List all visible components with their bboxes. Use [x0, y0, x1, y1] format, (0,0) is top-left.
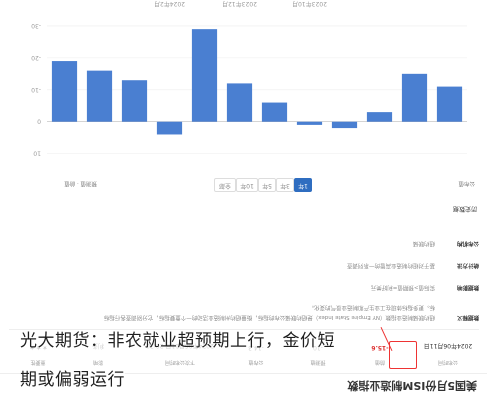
summary-panel: 公布时间 2024年06月11日 前值 -15.6 预测值 -10 公布值 -1…	[7, 327, 479, 370]
definitions-section: 数据释义 纽约联储制造业指数（NY Empire State Index）是纽约…	[9, 222, 479, 322]
bar[interactable]	[156, 121, 183, 135]
bar[interactable]	[121, 80, 148, 122]
summary-cell: 影响 利多	[67, 342, 129, 370]
legend-left: 公布值	[458, 180, 475, 186]
bar[interactable]	[366, 112, 393, 122]
summary-cell: 重要性 ★★★	[7, 344, 69, 370]
bar[interactable]	[331, 121, 358, 129]
importance-stars: ★★★	[28, 344, 48, 351]
summary-cell: 下次公布时间 2024年06月11日 20:30	[135, 342, 225, 370]
bar[interactable]	[86, 70, 113, 122]
bar-chart-svg: 10 0 -10 -20 -30 2023年10月 2023年12月 2024年2月	[31, 0, 467, 157]
y-tick-label: -30	[31, 22, 41, 29]
tab-1y[interactable]: 1年	[294, 178, 312, 192]
definition-key: 数据影响	[456, 284, 479, 290]
definition-key: 数据释义	[456, 314, 479, 320]
definition-key: 统计方法	[456, 262, 479, 268]
legend-right: 预测值 · 前值	[64, 180, 97, 186]
summary-value: 2024年06月11日 20:30	[146, 342, 214, 349]
tab-all[interactable]: 全部	[214, 178, 236, 192]
summary-label: 公布时间	[438, 359, 459, 365]
summary-cell: 预测值 -10	[287, 344, 349, 370]
page-header: 美国5月份ISM制造业指数	[0, 373, 487, 400]
history-title: 历史数据	[452, 205, 477, 212]
summary-label: 重要性	[30, 359, 46, 365]
x-tick-label: 2024年2月	[154, 0, 185, 8]
history-chart: 10 0 -10 -20 -30 2023年10月 2023年12月 2024年2月	[7, 0, 477, 170]
summary-label: 下次公布时间	[165, 359, 196, 365]
highlight-box	[389, 341, 417, 369]
summary-value: -10	[313, 344, 323, 351]
bar[interactable]	[226, 83, 253, 122]
summary-value: 2024年06月11日	[423, 342, 473, 349]
definition-value: 实际值>预期值=利好美元	[370, 284, 435, 290]
summary-label: 公布值	[248, 359, 264, 365]
rotated-screenshot: 美国5月份ISM制造业指数 公布时间 2024年06月11日 前值 -15.6 …	[0, 0, 487, 400]
bar[interactable]	[436, 86, 463, 122]
x-tick-label: 2023年12月	[222, 0, 257, 8]
page-title: 美国5月份ISM制造业指数	[347, 379, 477, 392]
summary-label: 预测值	[310, 359, 326, 365]
bar[interactable]	[51, 61, 78, 122]
tab-5y[interactable]: 5年	[258, 178, 276, 192]
definition-value: 纽约联储制造业指数（NY Empire State Index）是纽约联储公布的…	[103, 314, 435, 320]
y-tick-label: 0	[37, 118, 41, 125]
definition-value: 纽约联储	[412, 240, 435, 246]
summary-value: -14.3	[248, 344, 264, 351]
x-tick-label: 2023年10月	[292, 0, 327, 8]
summary-label: 影响	[93, 359, 104, 365]
bar[interactable]	[401, 73, 428, 122]
y-tick-label: 10	[33, 150, 41, 157]
bar[interactable]	[261, 102, 288, 122]
y-tick-label: -10	[31, 86, 41, 93]
definition-key: 公布机构	[456, 240, 479, 246]
bar[interactable]	[296, 121, 323, 125]
summary-cell: 公布值 -14.3	[225, 344, 287, 370]
summary-cell: 公布时间 2024年06月11日	[417, 342, 479, 370]
bar[interactable]	[191, 29, 218, 122]
tab-3y[interactable]: 3年	[276, 178, 294, 192]
tab-10y[interactable]: 10年	[236, 178, 258, 192]
definition-value: 基于对纽约制造业高管的一系列调查	[346, 262, 435, 268]
definition-value: 标。更多指标体现在工业生产和制造业景气的变化。	[308, 304, 435, 310]
y-tick-label: -20	[31, 54, 41, 61]
summary-value: 利多	[92, 342, 105, 349]
